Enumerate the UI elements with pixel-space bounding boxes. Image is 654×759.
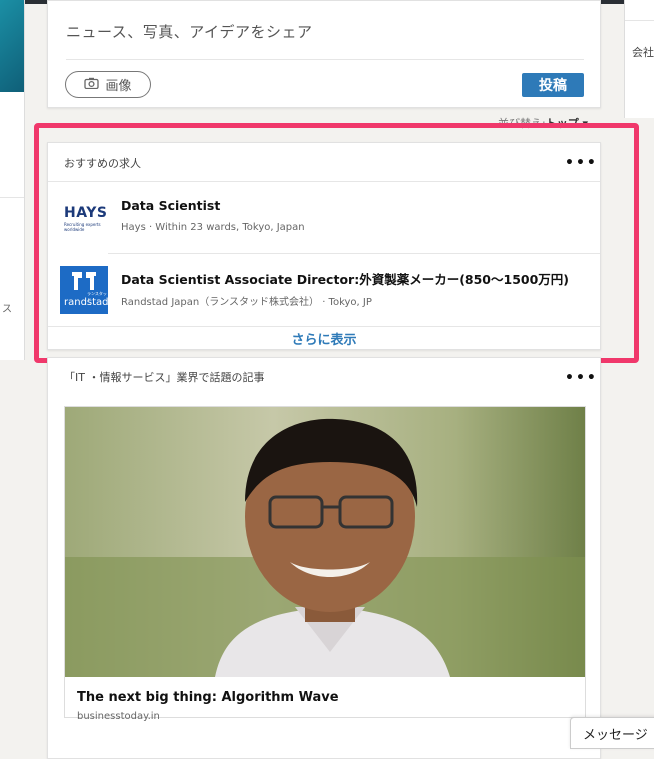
left-card-label: ス: [2, 304, 12, 315]
divider: [0, 197, 24, 198]
share-box: ニュース、写真、アイデアをシェア 画像 投稿: [47, 0, 601, 108]
divider: [625, 20, 654, 21]
article-photo[interactable]: [65, 407, 585, 677]
share-prompt[interactable]: ニュース、写真、アイデアをシェア: [66, 21, 313, 42]
messaging-label: メッセージ: [583, 728, 648, 743]
more-options-icon[interactable]: •••: [565, 371, 598, 385]
divider: [66, 59, 584, 60]
right-card-label: 会社: [632, 46, 654, 59]
trending-articles-card: 「IT ・情報サービス」業界で話題の記事 ••• The next big th…: [47, 357, 601, 759]
article-title[interactable]: The next big thing: Algorithm Wave: [77, 690, 339, 705]
left-profile-card: ス: [0, 0, 25, 360]
profile-banner: [0, 0, 24, 92]
post-button[interactable]: 投稿: [522, 73, 584, 97]
card-title: 「IT ・情報サービス」業界で話題の記事: [64, 371, 265, 384]
camera-icon: [84, 77, 100, 93]
add-photo-button[interactable]: 画像: [65, 71, 151, 98]
highlight-box: [34, 123, 639, 363]
right-sidebar-card: 会社: [624, 0, 654, 118]
add-photo-label: 画像: [105, 79, 132, 94]
messaging-tab[interactable]: メッセージ: [570, 717, 654, 749]
article-source: businesstoday.in: [77, 711, 160, 722]
article-card[interactable]: The next big thing: Algorithm Wave busin…: [64, 406, 586, 722]
